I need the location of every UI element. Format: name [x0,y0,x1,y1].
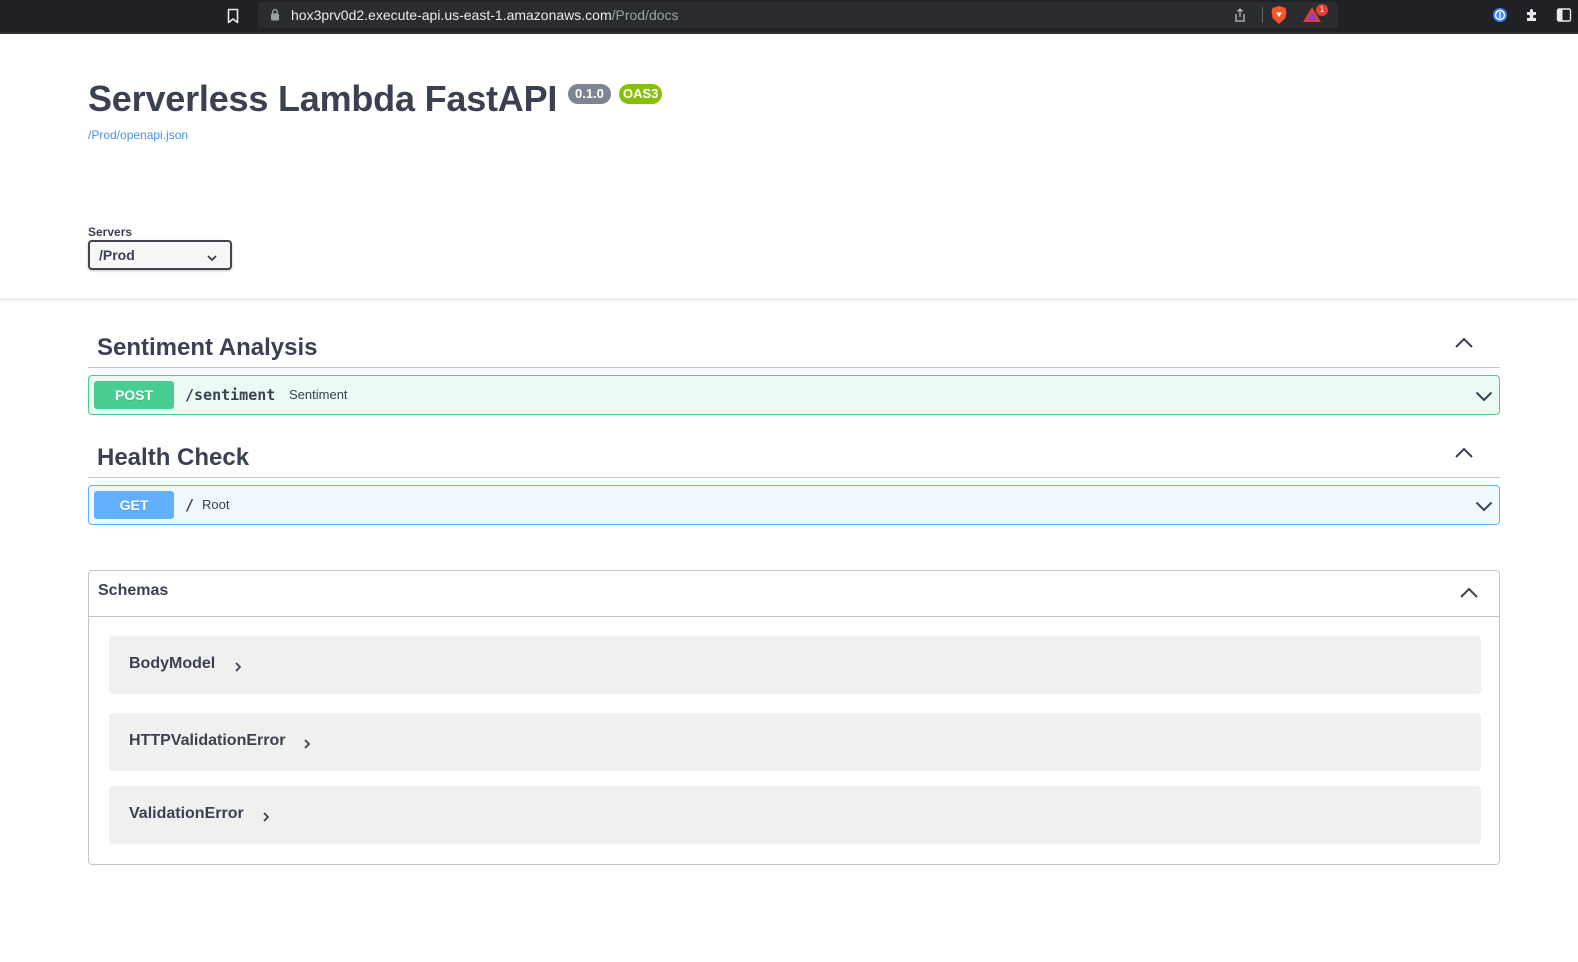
method-badge: POST [94,381,174,409]
schemas-section: Schemas BodyModel HTTPValidationError Va… [88,570,1500,865]
api-info: Serverless Lambda FastAPI 0.1.0 OAS3 /Pr… [88,78,663,142]
model-body-model[interactable]: BodyModel [109,636,1481,694]
tag-header-health-check[interactable]: Health Check [88,432,1500,478]
url-host: hox3prv0d2.execute-api.us-east-1.amazona… [291,7,612,23]
bookmark-icon[interactable] [226,7,240,25]
chevron-right-icon[interactable] [262,810,270,822]
servers-select[interactable]: /Prod [88,240,232,270]
password-manager-icon[interactable] [1492,7,1508,23]
model-name: ValidationError [129,805,244,822]
opblock-get-root[interactable]: GET / Root [88,485,1500,525]
notification-badge: 1 [1316,4,1328,16]
sidebar-icon[interactable] [1556,7,1572,23]
version-badge: 0.1.0 [568,84,611,104]
tag-title: Sentiment Analysis [97,334,318,361]
oas-badge: OAS3 [619,84,663,104]
model-validation-error[interactable]: ValidationError [109,786,1481,844]
schemas-header[interactable]: Schemas [89,571,1499,617]
operation-path: / [185,496,195,514]
tag-header-sentiment-analysis[interactable]: Sentiment Analysis [88,322,1500,368]
url-separator [1262,7,1263,23]
share-icon[interactable] [1232,7,1248,23]
chevron-down-icon[interactable] [1475,499,1493,512]
model-name: BodyModel [129,655,216,672]
address-bar[interactable]: hox3prv0d2.execute-api.us-east-1.amazona… [258,2,1338,28]
method-badge: GET [94,491,174,519]
chevron-down-icon [206,250,218,262]
chevron-up-icon[interactable] [1459,586,1479,600]
chevron-right-icon[interactable] [303,737,311,749]
page-title: Serverless Lambda FastAPI [88,78,558,119]
operation-path: /sentiment [185,386,276,404]
brave-shield-icon[interactable] [1270,5,1288,25]
url-path: /Prod/docs [611,7,679,23]
scheme-divider [0,299,1578,300]
browser-toolbar: hox3prv0d2.execute-api.us-east-1.amazona… [0,0,1578,34]
url-text: hox3prv0d2.execute-api.us-east-1.amazona… [291,7,679,23]
extensions-icon[interactable] [1524,7,1540,23]
servers-label: Servers [88,225,133,239]
servers-selected-value: /Prod [99,247,135,263]
tag-title: Health Check [97,444,250,471]
chevron-up-icon[interactable] [1454,446,1474,460]
model-http-validation-error[interactable]: HTTPValidationError [109,713,1481,771]
chevron-up-icon[interactable] [1454,336,1474,350]
chevron-down-icon[interactable] [1475,389,1493,402]
opblock-post-sentiment[interactable]: POST /sentiment Sentiment [88,375,1500,415]
lock-icon [270,8,280,21]
openapi-spec-link[interactable]: /Prod/openapi.json [88,128,188,142]
schemas-title: Schemas [98,582,169,599]
model-name: HTTPValidationError [129,732,286,749]
operation-summary: Sentiment [289,387,348,402]
operation-summary: Root [202,497,230,512]
chevron-right-icon[interactable] [234,660,242,672]
